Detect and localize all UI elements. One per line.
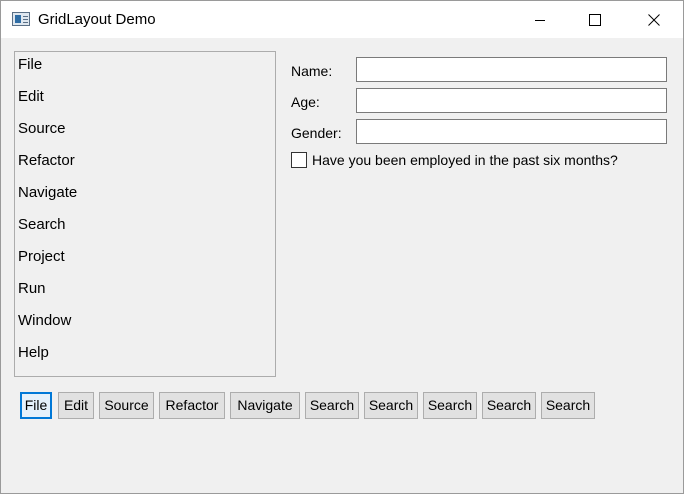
edit-button[interactable]: Edit — [58, 392, 94, 419]
list-item-window[interactable]: Window — [18, 311, 71, 331]
list-item-project[interactable]: Project — [18, 247, 65, 267]
list-item-refactor[interactable]: Refactor — [18, 151, 75, 171]
list-item-search[interactable]: Search — [18, 215, 66, 235]
list-item-edit[interactable]: Edit — [18, 87, 44, 107]
age-field[interactable] — [356, 88, 667, 113]
maximize-button[interactable] — [572, 1, 618, 38]
list-item-run[interactable]: Run — [18, 279, 46, 299]
source-button[interactable]: Source — [99, 392, 154, 419]
age-label: Age: — [291, 94, 320, 110]
menu-listbox[interactable]: File Edit Source Refactor Navigate Searc… — [14, 51, 276, 377]
file-button[interactable]: File — [20, 392, 52, 419]
list-item-navigate[interactable]: Navigate — [18, 183, 77, 203]
employed-checkbox-label[interactable]: Have you been employed in the past six m… — [312, 151, 618, 169]
search-button-1[interactable]: Search — [305, 392, 359, 419]
app-window-icon — [12, 12, 30, 26]
window-title: GridLayout Demo — [38, 11, 156, 28]
name-field[interactable] — [356, 57, 667, 82]
close-button[interactable] — [631, 1, 677, 38]
minimize-button[interactable] — [517, 1, 563, 38]
maximize-icon — [589, 13, 601, 26]
close-icon — [648, 13, 660, 26]
list-item-file[interactable]: File — [18, 55, 42, 75]
app-window: GridLayout Demo File Edit Source Refacto… — [0, 0, 684, 494]
minimize-icon — [535, 19, 545, 21]
list-item-help[interactable]: Help — [18, 343, 49, 363]
search-button-4[interactable]: Search — [482, 392, 536, 419]
title-bar[interactable]: GridLayout Demo — [1, 1, 683, 38]
employed-checkbox[interactable] — [291, 152, 307, 168]
refactor-button[interactable]: Refactor — [159, 392, 225, 419]
search-button-2[interactable]: Search — [364, 392, 418, 419]
navigate-button[interactable]: Navigate — [230, 392, 300, 419]
search-button-3[interactable]: Search — [423, 392, 477, 419]
search-button-5[interactable]: Search — [541, 392, 595, 419]
name-label: Name: — [291, 63, 333, 79]
list-item-source[interactable]: Source — [18, 119, 66, 139]
gender-label: Gender: — [291, 125, 342, 141]
gender-field[interactable] — [356, 119, 667, 144]
